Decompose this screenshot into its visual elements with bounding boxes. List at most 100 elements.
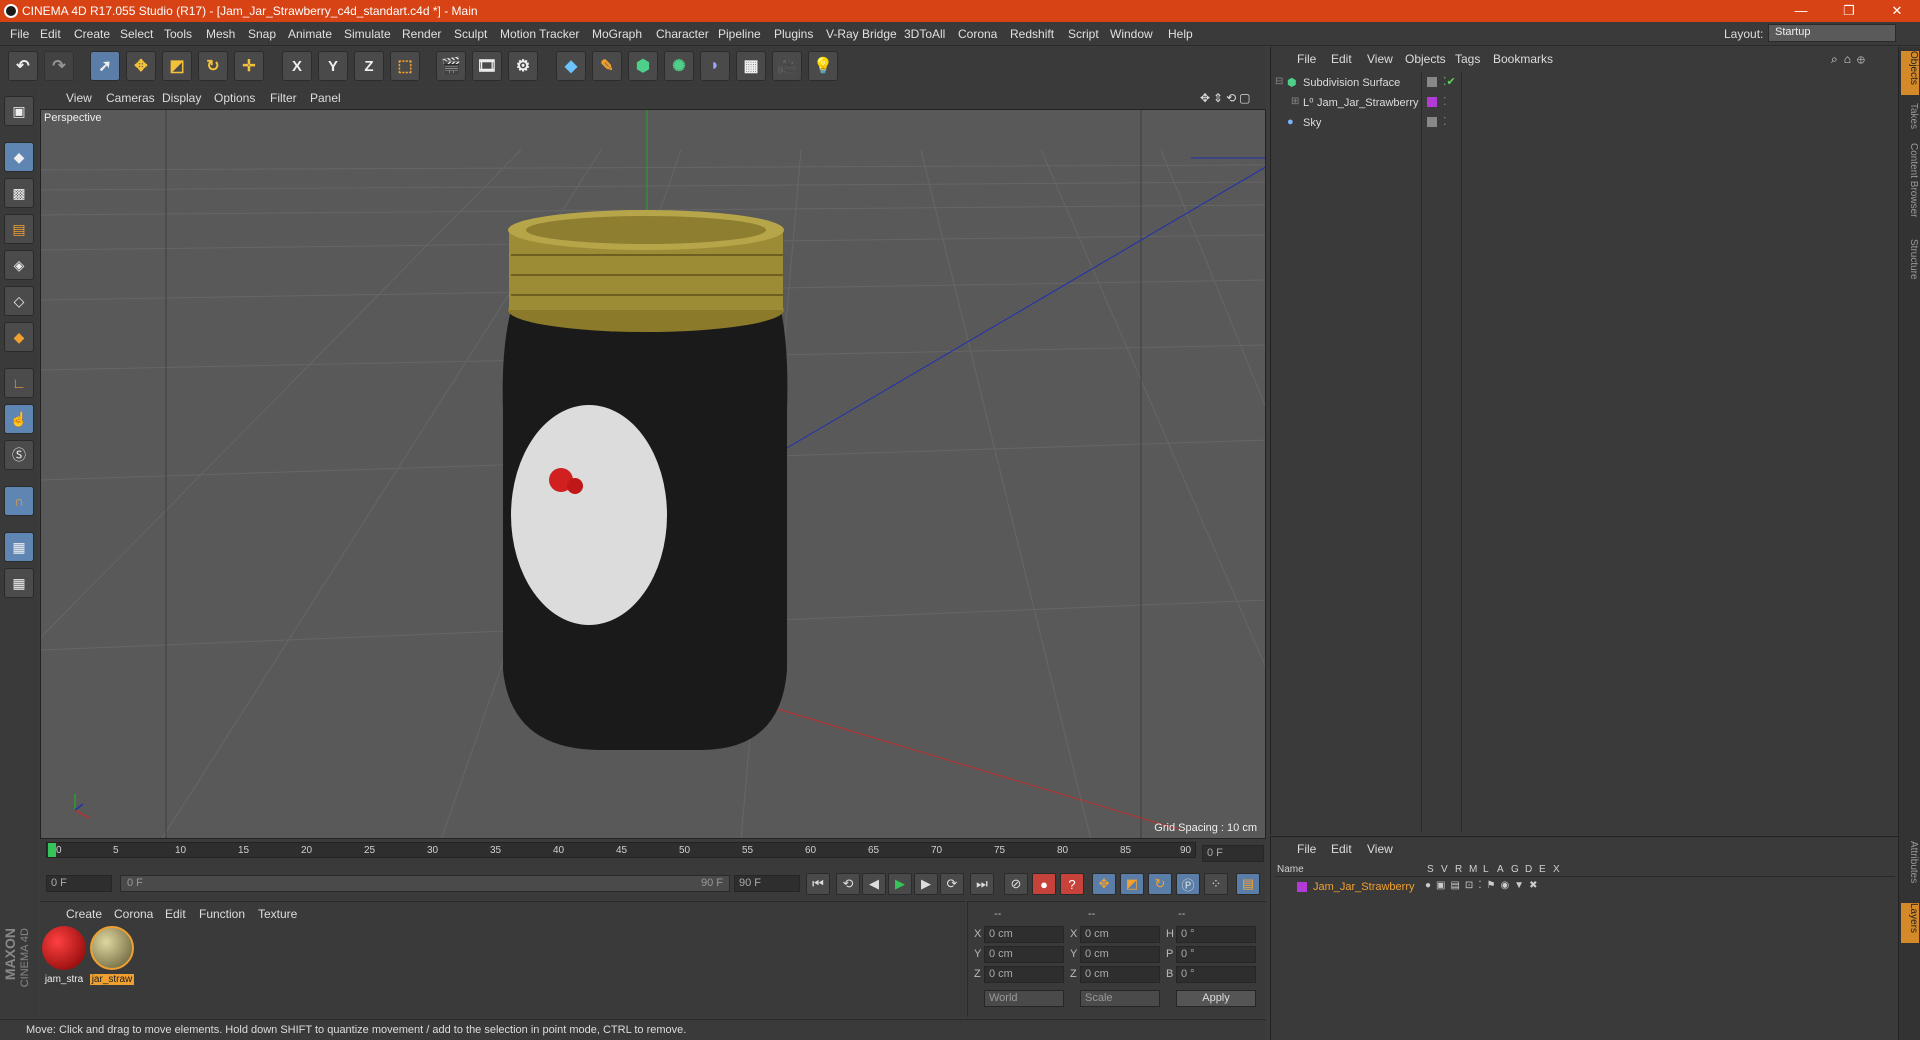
menu-animate[interactable]: Animate (288, 27, 332, 41)
next-frame-icon[interactable]: ▶ (914, 873, 938, 895)
minimize-button[interactable]: — (1778, 0, 1824, 22)
tab-takes[interactable]: Takes (1901, 103, 1919, 137)
object-row[interactable]: ⊞ L⁰ Jam_Jar_Strawberry ⁚ (1271, 94, 1899, 113)
tab-attributes[interactable]: Attributes (1901, 841, 1919, 897)
visibility-check-icon[interactable]: ⁚✔ (1443, 75, 1456, 88)
pos-x-field[interactable]: 0 cm (984, 926, 1064, 943)
obj-search-icon[interactable]: ⌕⌂⊕ (1831, 52, 1871, 67)
layer-menu-view[interactable]: View (1367, 842, 1393, 856)
render-view-icon[interactable]: 🎬 (436, 51, 466, 81)
key-position-icon[interactable]: ✥ (1092, 873, 1116, 895)
visibility-dots-icon[interactable]: ⁚ (1443, 95, 1447, 108)
menu-mesh[interactable]: Mesh (206, 27, 235, 41)
menu-corona[interactable]: Corona (958, 27, 997, 41)
material-jam-swatch[interactable] (42, 926, 86, 970)
size-z-field[interactable]: 0 cm (1080, 966, 1160, 983)
rotate-tool-icon[interactable]: ↻ (198, 51, 228, 81)
y-axis-lock-button[interactable]: Y (318, 51, 348, 81)
obj-menu-view[interactable]: View (1367, 52, 1393, 66)
menu-file[interactable]: File (10, 27, 29, 41)
obj-menu-file[interactable]: File (1297, 52, 1316, 66)
obj-menu-tags[interactable]: Tags (1455, 52, 1480, 66)
menu-render[interactable]: Render (402, 27, 441, 41)
object-row[interactable]: ⊟ ⬢ Subdivision Surface ⁚✔ (1271, 74, 1899, 93)
key-pla-icon[interactable]: ⁘ (1204, 873, 1228, 895)
light-icon[interactable]: 💡 (808, 51, 838, 81)
key-scale-icon[interactable]: ◩ (1120, 873, 1144, 895)
pen-spline-icon[interactable]: ✎ (592, 51, 622, 81)
menu-sculpt[interactable]: Sculpt (454, 27, 487, 41)
size-mode-select[interactable]: Scale (1080, 990, 1160, 1007)
subdivision-surface-icon[interactable]: ⬢ (628, 51, 658, 81)
vp-menu-options[interactable]: Options (214, 91, 255, 105)
menu-window[interactable]: Window (1110, 27, 1153, 41)
object-name[interactable]: Jam_Jar_Strawberry (1317, 97, 1418, 109)
menu-create[interactable]: Create (74, 27, 110, 41)
coordinate-system-icon[interactable]: ⬚ (390, 51, 420, 81)
menu-vray-bridge[interactable]: V-Ray Bridge (826, 27, 897, 41)
layer-row[interactable]: Jam_Jar_Strawberry ●▣▤⊡⁚⚑◉▼✖ (1275, 879, 1895, 895)
apply-button[interactable]: Apply (1176, 990, 1256, 1007)
timeline-ruler[interactable]: 0 5 10 15 20 25 30 35 40 45 50 55 60 65 … (40, 840, 1266, 868)
go-to-start-icon[interactable]: ⏮ (806, 873, 830, 895)
menu-3dtoall[interactable]: 3DToAll (904, 27, 945, 41)
render-picture-viewer-icon[interactable]: 🎞 (472, 51, 502, 81)
current-frame-field[interactable]: 0 F (1202, 845, 1264, 862)
timeline-window-icon[interactable]: ▤ (1236, 873, 1260, 895)
end-frame-field[interactable]: 90 F (734, 875, 800, 892)
tab-objects[interactable]: Objects (1901, 51, 1919, 95)
undo-icon[interactable]: ↶ (8, 51, 38, 81)
record-keys-icon[interactable]: ⊘ (1004, 873, 1028, 895)
menu-mograph[interactable]: MoGraph (592, 27, 642, 41)
menu-pipeline[interactable]: Pipeline (718, 27, 761, 41)
polygons-mode-icon[interactable]: ◆ (4, 322, 34, 352)
rot-h-field[interactable]: 0 ° (1176, 926, 1256, 943)
key-help-icon[interactable]: ? (1060, 873, 1084, 895)
autokey-icon[interactable]: ● (1032, 873, 1056, 895)
play-icon[interactable]: ▶ (888, 873, 912, 895)
key-parameter-icon[interactable]: Ⓟ (1176, 873, 1200, 895)
go-to-end-icon[interactable]: ⏭ (970, 873, 994, 895)
mat-menu-corona[interactable]: Corona (114, 907, 153, 921)
playhead[interactable] (48, 843, 56, 857)
recent-tool-icon[interactable]: ✛ (234, 51, 264, 81)
points-mode-icon[interactable]: ◈ (4, 250, 34, 280)
mat-menu-edit[interactable]: Edit (165, 907, 186, 921)
previous-frame-icon[interactable]: ◀ (862, 873, 886, 895)
rot-p-field[interactable]: 0 ° (1176, 946, 1256, 963)
tab-structure[interactable]: Structure (1901, 239, 1919, 293)
vp-menu-filter[interactable]: Filter (270, 91, 297, 105)
layout-select[interactable]: Startup (1768, 24, 1896, 42)
menu-character[interactable]: Character (656, 27, 709, 41)
texture-mode-icon[interactable]: ▩ (4, 178, 34, 208)
deformer-icon[interactable]: ◗ (700, 51, 730, 81)
x-axis-lock-button[interactable]: X (282, 51, 312, 81)
layer-name[interactable]: Jam_Jar_Strawberry (1313, 881, 1414, 893)
mat-menu-function[interactable]: Function (199, 907, 245, 921)
menu-redshift[interactable]: Redshift (1010, 27, 1054, 41)
menu-plugins[interactable]: Plugins (774, 27, 813, 41)
floor-icon[interactable]: ▦ (736, 51, 766, 81)
viewport-perspective[interactable]: Perspective Grid Spacing : 10 cm (40, 109, 1266, 839)
menu-tools[interactable]: Tools (164, 27, 192, 41)
obj-menu-objects[interactable]: Objects (1405, 52, 1446, 66)
menu-motion-tracker[interactable]: Motion Tracker (500, 27, 579, 41)
render-settings-icon[interactable]: ⚙ (508, 51, 538, 81)
obj-menu-edit[interactable]: Edit (1331, 52, 1352, 66)
layer-flags-icon[interactable]: ●▣▤⊡⁚⚑◉▼✖ (1425, 880, 1542, 891)
tab-content-browser[interactable]: Content Browser (1901, 143, 1919, 233)
menu-script[interactable]: Script (1068, 27, 1099, 41)
size-y-field[interactable]: 0 cm (1080, 946, 1160, 963)
vp-menu-panel[interactable]: Panel (310, 91, 341, 105)
coord-space-select[interactable]: World (984, 990, 1064, 1007)
array-icon[interactable]: ✺ (664, 51, 694, 81)
layer-color-swatch[interactable] (1297, 882, 1307, 892)
live-selection-icon[interactable]: ➚ (90, 51, 120, 81)
restore-button[interactable]: ❐ (1826, 0, 1872, 22)
planar-workplane-icon[interactable]: ▦ (4, 568, 34, 598)
vp-menu-cameras[interactable]: Cameras (106, 91, 155, 105)
next-key-icon[interactable]: ⟳ (940, 873, 964, 895)
pos-y-field[interactable]: 0 cm (984, 946, 1064, 963)
preview-range-slider[interactable]: 0 F 90 F (120, 875, 730, 892)
make-editable-icon[interactable]: ▣ (4, 96, 34, 126)
